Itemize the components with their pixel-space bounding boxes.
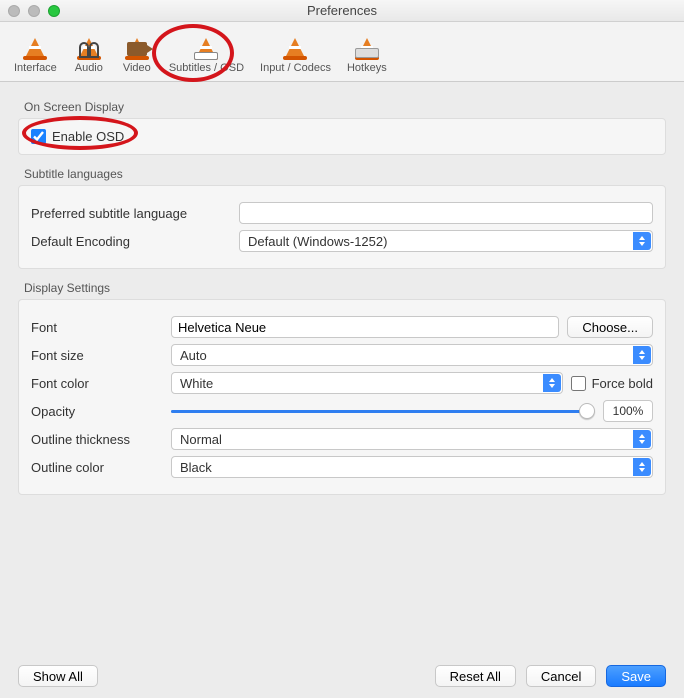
opacity-label: Opacity bbox=[31, 404, 163, 419]
preferred-language-input[interactable] bbox=[239, 202, 653, 224]
chevrons-icon bbox=[633, 458, 651, 476]
titlebar: Preferences bbox=[0, 0, 684, 22]
tab-hotkeys[interactable]: Hotkeys bbox=[339, 26, 395, 75]
save-button[interactable]: Save bbox=[606, 665, 666, 687]
select-value: Black bbox=[180, 460, 212, 475]
group-label-osd: On Screen Display bbox=[24, 100, 666, 114]
select-value: Auto bbox=[180, 348, 207, 363]
headphones-icon bbox=[73, 28, 105, 60]
tab-label: Interface bbox=[14, 62, 57, 74]
force-bold-row: Force bold bbox=[571, 376, 653, 391]
reset-all-button[interactable]: Reset All bbox=[435, 665, 516, 687]
tab-subtitles-osd[interactable]: Subtitles / OSD bbox=[161, 26, 252, 75]
preferences-content: On Screen Display Enable OSD Subtitle la… bbox=[0, 82, 684, 495]
font-size-select[interactable]: Auto bbox=[171, 344, 653, 366]
select-value: Normal bbox=[180, 432, 222, 447]
opacity-value: 100% bbox=[603, 400, 653, 422]
show-all-button[interactable]: Show All bbox=[18, 665, 98, 687]
tab-label: Input / Codecs bbox=[260, 62, 331, 74]
outline-thickness-select[interactable]: Normal bbox=[171, 428, 653, 450]
chevrons-icon bbox=[543, 374, 561, 392]
select-value: White bbox=[180, 376, 213, 391]
window-title: Preferences bbox=[0, 3, 684, 18]
tab-label: Hotkeys bbox=[347, 62, 387, 74]
enable-osd-row: Enable OSD bbox=[31, 129, 653, 144]
tab-label: Video bbox=[123, 62, 151, 74]
group-label-lang: Subtitle languages bbox=[24, 167, 666, 181]
tab-input-codecs[interactable]: Input / Codecs bbox=[252, 26, 339, 75]
opacity-slider[interactable] bbox=[171, 402, 595, 420]
enable-osd-label: Enable OSD bbox=[52, 129, 124, 144]
chevrons-icon bbox=[633, 430, 651, 448]
footer-bar: Show All Reset All Cancel Save bbox=[0, 654, 684, 698]
select-value: Default (Windows-1252) bbox=[248, 234, 387, 249]
force-bold-label: Force bold bbox=[592, 376, 653, 391]
force-bold-checkbox[interactable] bbox=[571, 376, 586, 391]
font-color-label: Font color bbox=[31, 376, 163, 391]
codecs-icon bbox=[279, 28, 311, 60]
default-encoding-label: Default Encoding bbox=[31, 234, 231, 249]
cone-icon bbox=[19, 28, 51, 60]
group-label-display: Display Settings bbox=[24, 281, 666, 295]
chevrons-icon bbox=[633, 346, 651, 364]
tab-label: Audio bbox=[75, 62, 103, 74]
font-color-select[interactable]: White bbox=[171, 372, 563, 394]
outline-thickness-label: Outline thickness bbox=[31, 432, 163, 447]
tab-interface[interactable]: Interface bbox=[6, 26, 65, 75]
default-encoding-select[interactable]: Default (Windows-1252) bbox=[239, 230, 653, 252]
film-icon bbox=[121, 28, 153, 60]
tab-label: Subtitles / OSD bbox=[169, 62, 244, 74]
outline-color-label: Outline color bbox=[31, 460, 163, 475]
tab-video[interactable]: Video bbox=[113, 26, 161, 75]
preferences-toolbar: Interface Audio Video Subtitles / OSD In… bbox=[0, 22, 684, 82]
outline-color-select[interactable]: Black bbox=[171, 456, 653, 478]
font-label: Font bbox=[31, 320, 163, 335]
subtitles-icon bbox=[190, 28, 222, 60]
font-size-label: Font size bbox=[31, 348, 163, 363]
cancel-button[interactable]: Cancel bbox=[526, 665, 596, 687]
preferred-language-label: Preferred subtitle language bbox=[31, 206, 231, 221]
choose-font-button[interactable]: Choose... bbox=[567, 316, 653, 338]
keyboard-icon bbox=[351, 28, 383, 60]
display-group: Font Choose... Font size Auto Font color… bbox=[18, 299, 666, 495]
lang-group: Preferred subtitle language Default Enco… bbox=[18, 185, 666, 269]
enable-osd-checkbox[interactable] bbox=[31, 129, 46, 144]
font-input[interactable] bbox=[171, 316, 559, 338]
chevrons-icon bbox=[633, 232, 651, 250]
tab-audio[interactable]: Audio bbox=[65, 26, 113, 75]
osd-group: Enable OSD bbox=[18, 118, 666, 155]
